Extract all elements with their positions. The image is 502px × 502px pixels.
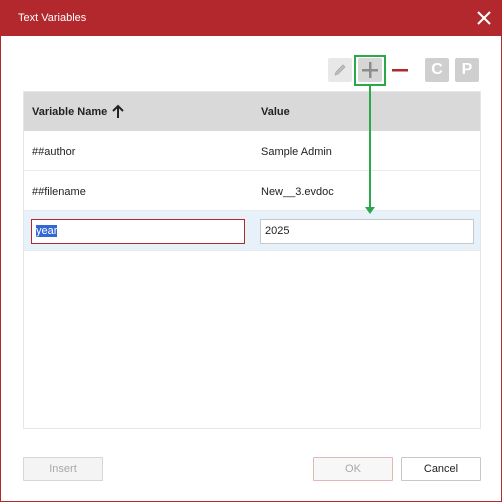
toolbar: C P — [1, 58, 501, 82]
variable-value-input[interactable]: 2025 — [260, 219, 474, 244]
dialog-title: Text Variables — [18, 12, 87, 24]
insert-button[interactable]: Insert — [23, 457, 103, 481]
sort-ascending-icon[interactable] — [111, 103, 125, 119]
variable-name-cell: ##author — [32, 146, 76, 158]
close-icon[interactable] — [475, 9, 493, 27]
table-row[interactable]: ##filename New__3.evdoc — [24, 171, 480, 211]
table-header: Variable Name Value — [24, 92, 480, 131]
variable-name-input[interactable]: year — [31, 219, 245, 244]
table-row-editing[interactable]: year 2025 — [24, 211, 480, 251]
variable-value-cell: Sample Admin — [261, 146, 332, 158]
selected-text: year — [36, 225, 58, 237]
column-header-variable-name[interactable]: Variable Name — [32, 106, 107, 118]
cancel-button[interactable]: Cancel — [401, 457, 481, 481]
minus-icon[interactable] — [388, 58, 412, 82]
variable-value-cell: New__3.evdoc — [261, 186, 334, 198]
title-bar: Text Variables — [1, 1, 501, 36]
ok-button[interactable]: OK — [313, 457, 393, 481]
variable-name-cell: ##filename — [32, 186, 86, 198]
pencil-icon[interactable] — [328, 58, 352, 82]
column-header-value[interactable]: Value — [261, 106, 290, 118]
text-variables-dialog: Text Variables C P Variable Name Value #… — [0, 0, 502, 502]
variables-table: Variable Name Value ##author Sample Admi… — [23, 91, 481, 429]
c-button[interactable]: C — [425, 58, 449, 82]
plus-icon[interactable] — [358, 58, 382, 82]
table-row[interactable]: ##author Sample Admin — [24, 131, 480, 171]
p-button[interactable]: P — [455, 58, 479, 82]
